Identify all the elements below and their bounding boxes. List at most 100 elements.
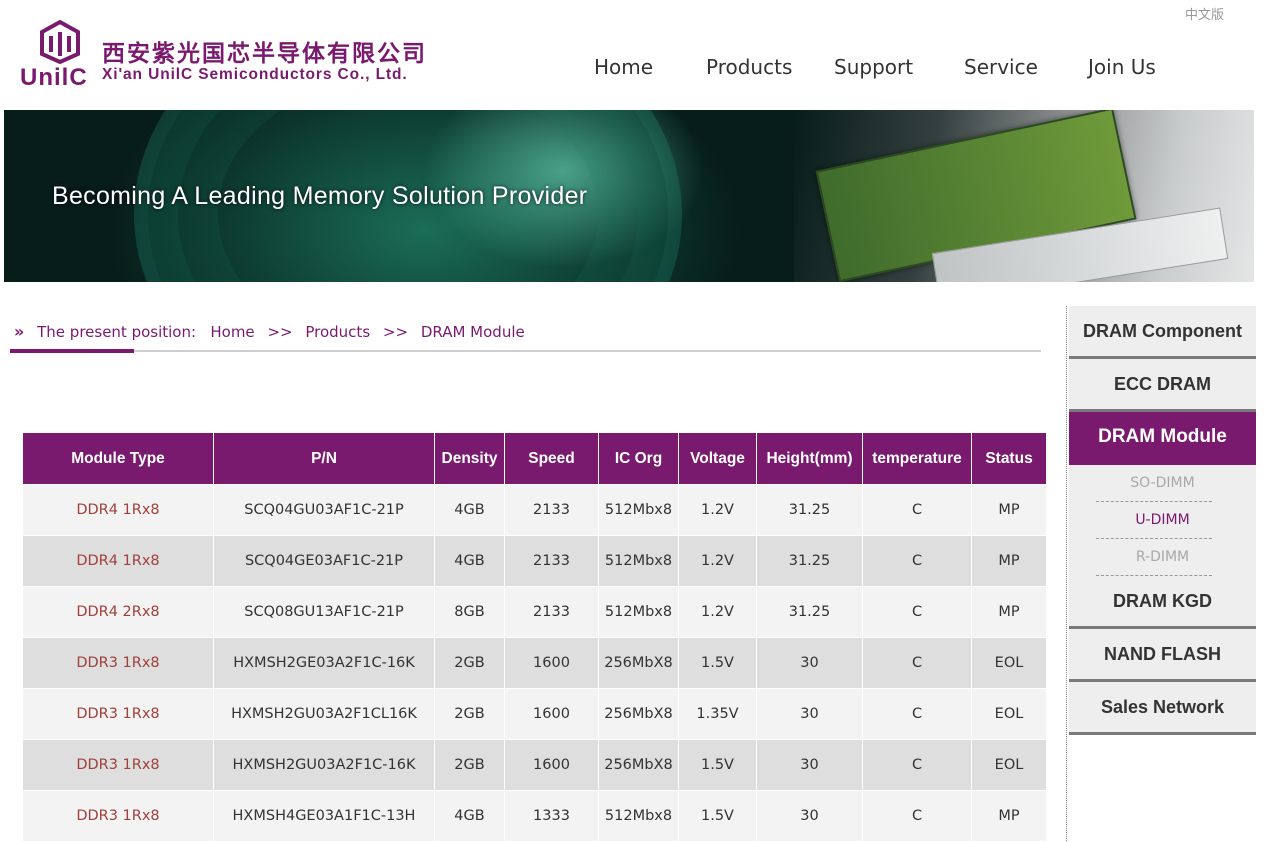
table-cell: C [862, 637, 972, 689]
submenu-item-so-dimm[interactable]: SO-DIMM [1069, 465, 1256, 502]
table-cell: C [862, 688, 972, 740]
table-cell: HXMSH4GE03A1F1C-13H [213, 790, 435, 842]
table-cell: 31.25 [756, 586, 863, 638]
table-cell: 31.25 [756, 535, 863, 587]
nav-support[interactable]: Support [834, 55, 913, 79]
table-cell: EOL [971, 688, 1047, 740]
nav-service[interactable]: Service [964, 55, 1038, 79]
column-header: temperature [862, 432, 972, 485]
table-cell: MP [971, 484, 1047, 536]
column-header: Height(mm) [756, 432, 863, 485]
table-cell: C [862, 535, 972, 587]
breadcrumb-underline [10, 350, 1041, 352]
table-cell: MP [971, 535, 1047, 587]
table-cell: 30 [756, 637, 863, 689]
double-chevron-icon: » [14, 322, 25, 341]
sidebar-item-nand-flash[interactable]: NAND FLASH [1069, 629, 1256, 682]
table-cell: 1.5V [678, 637, 757, 689]
breadcrumb-home[interactable]: Home [210, 323, 254, 341]
table-row: DDR3 1Rx8 HXMSH4GE03A1F1C-13H 4GB 1333 5… [22, 790, 1047, 842]
table-cell: 1.5V [678, 739, 757, 791]
table-cell: 1600 [504, 739, 599, 791]
table-cell: SCQ04GU03AF1C-21P [213, 484, 435, 536]
banner-tagline: Becoming A Leading Memory Solution Provi… [52, 182, 588, 210]
nav-products[interactable]: Products [706, 55, 792, 79]
table-cell: 1333 [504, 790, 599, 842]
table-cell: 1.35V [678, 688, 757, 740]
module-type-link[interactable]: DDR3 1Rx8 [22, 790, 214, 842]
sidebar-item-sales-network[interactable]: Sales Network [1069, 682, 1256, 735]
table-cell: C [862, 586, 972, 638]
sidebar-item-dram-module[interactable]: DRAM Module [1069, 412, 1256, 465]
breadcrumb-separator: >> [267, 323, 293, 341]
table-cell: 1.2V [678, 535, 757, 587]
table-cell: 256MbX8 [598, 637, 679, 689]
table-cell: 512Mbx8 [598, 586, 679, 638]
table-cell: 1600 [504, 637, 599, 689]
table-cell: 256MbX8 [598, 739, 679, 791]
table-cell: MP [971, 790, 1047, 842]
table-cell: 1.5V [678, 790, 757, 842]
table-row: DDR4 2Rx8 SCQ08GU13AF1C-21P 8GB 2133 512… [22, 586, 1047, 638]
table-cell: SCQ04GE03AF1C-21P [213, 535, 435, 587]
module-type-link[interactable]: DDR4 1Rx8 [22, 535, 214, 587]
language-switch-link[interactable]: 中文版 [1185, 4, 1224, 23]
breadcrumb-underline-accent [10, 349, 134, 353]
table-cell: EOL [971, 637, 1047, 689]
submenu-item-u-dimm[interactable]: U-DIMM [1069, 502, 1256, 539]
module-type-link[interactable]: DDR4 2Rx8 [22, 586, 214, 638]
breadcrumb-products[interactable]: Products [305, 323, 370, 341]
sidebar-item-ecc-dram[interactable]: ECC DRAM [1069, 359, 1256, 412]
table-cell: 8GB [434, 586, 505, 638]
table-cell: C [862, 790, 972, 842]
table-cell: MP [971, 586, 1047, 638]
breadcrumb-current[interactable]: DRAM Module [421, 323, 525, 341]
sidebar-item-dram-kgd[interactable]: DRAM KGD [1069, 576, 1256, 629]
table-cell: 1.2V [678, 586, 757, 638]
sidebar-item-dram-component[interactable]: DRAM Component [1069, 306, 1256, 359]
logo-chinese-name: 西安紫光国芯半导体有限公司 [102, 41, 427, 67]
table-row: DDR3 1Rx8 HXMSH2GU03A2F1C-16K 2GB 1600 2… [22, 739, 1047, 791]
module-type-link[interactable]: DDR3 1Rx8 [22, 739, 214, 791]
module-type-link[interactable]: DDR4 1Rx8 [22, 484, 214, 536]
table-cell: 1600 [504, 688, 599, 740]
nav-home[interactable]: Home [594, 55, 653, 79]
table-cell: HXMSH2GU03A2F1C-16K [213, 739, 435, 791]
table-cell: 2133 [504, 484, 599, 536]
table-cell: 4GB [434, 484, 505, 536]
product-table: Module Type P/N Density Speed IC Org Vol… [22, 432, 1047, 842]
table-cell: 512Mbx8 [598, 790, 679, 842]
table-cell: HXMSH2GE03A2F1C-16K [213, 637, 435, 689]
company-logo[interactable]: UnilC 西安紫光国芯半导体有限公司 Xi'an UnilC Semicond… [20, 18, 460, 91]
table-cell: 4GB [434, 535, 505, 587]
column-header: Module Type [22, 432, 214, 485]
table-cell: 2GB [434, 637, 505, 689]
table-row: DDR4 1Rx8 SCQ04GU03AF1C-21P 4GB 2133 512… [22, 484, 1047, 536]
logo-mark-icon [40, 19, 80, 64]
table-cell: 512Mbx8 [598, 535, 679, 587]
sidebar-submenu: SO-DIMM U-DIMM R-DIMM [1069, 465, 1256, 576]
table-cell: 31.25 [756, 484, 863, 536]
nav-join-us[interactable]: Join Us [1088, 55, 1156, 79]
column-header: Voltage [678, 432, 757, 485]
sidebar-divider [1066, 306, 1067, 841]
table-cell: 30 [756, 790, 863, 842]
table-row: DDR3 1Rx8 HXMSH2GE03A2F1C-16K 2GB 1600 2… [22, 637, 1047, 689]
column-header: IC Org [598, 432, 679, 485]
table-cell: 2133 [504, 586, 599, 638]
module-type-link[interactable]: DDR3 1Rx8 [22, 637, 214, 689]
table-cell: 256MbX8 [598, 688, 679, 740]
breadcrumb-separator: >> [382, 323, 409, 341]
table-header-row: Module Type P/N Density Speed IC Org Vol… [22, 432, 1047, 485]
submenu-item-r-dimm[interactable]: R-DIMM [1069, 539, 1256, 576]
table-cell: C [862, 484, 972, 536]
breadcrumb-prefix: The present position: [37, 323, 197, 341]
breadcrumb: » The present position: Home >> Products… [14, 322, 525, 341]
column-header: P/N [213, 432, 435, 485]
table-cell: C [862, 739, 972, 791]
module-type-link[interactable]: DDR3 1Rx8 [22, 688, 214, 740]
table-cell: 30 [756, 688, 863, 740]
hero-banner: Becoming A Leading Memory Solution Provi… [4, 110, 1254, 282]
column-header: Status [971, 432, 1047, 485]
table-row: DDR3 1Rx8 HXMSH2GU03A2F1CL16K 2GB 1600 2… [22, 688, 1047, 740]
